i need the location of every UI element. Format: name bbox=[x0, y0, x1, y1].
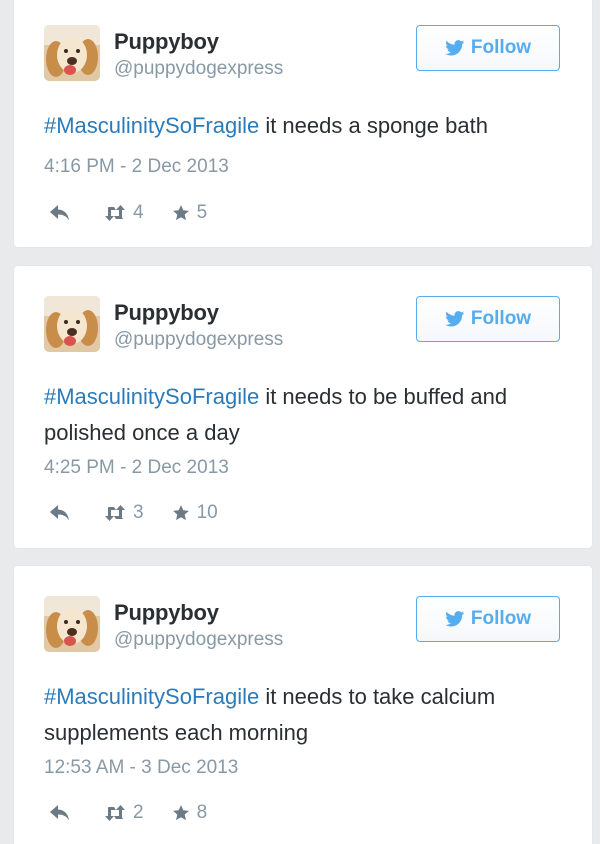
tweet-actions: 4 5 bbox=[50, 202, 207, 224]
star-icon bbox=[172, 804, 190, 822]
hashtag-link[interactable]: #MasculinitySoFragile bbox=[44, 113, 259, 138]
author-handle[interactable]: @puppydogexpress bbox=[114, 58, 283, 80]
retweet-button[interactable]: 4 bbox=[104, 202, 144, 224]
tweet-card: Puppyboy @puppydogexpress Follow #Mascul… bbox=[13, 265, 593, 549]
avatar[interactable] bbox=[44, 296, 100, 352]
tweet-actions: 3 10 bbox=[50, 502, 218, 524]
author-handle[interactable]: @puppydogexpress bbox=[114, 329, 283, 351]
reply-icon bbox=[50, 805, 70, 821]
star-icon bbox=[172, 204, 190, 222]
tweet-timestamp[interactable]: 12:53 AM - 3 Dec 2013 bbox=[44, 757, 238, 779]
retweet-count: 2 bbox=[133, 802, 144, 823]
avatar[interactable] bbox=[44, 25, 100, 81]
follow-label: Follow bbox=[470, 37, 532, 58]
avatar[interactable] bbox=[44, 596, 100, 652]
tweet-body: it needs a sponge bath bbox=[259, 113, 488, 138]
favorite-button[interactable]: 10 bbox=[172, 502, 218, 524]
retweet-button[interactable]: 3 bbox=[104, 502, 144, 524]
tweet-text: #MasculinitySoFragile it needs to take c… bbox=[44, 679, 564, 751]
reply-icon bbox=[50, 205, 70, 221]
favorite-count: 8 bbox=[196, 802, 208, 823]
follow-button[interactable]: Follow bbox=[416, 296, 560, 342]
hashtag-link[interactable]: #MasculinitySoFragile bbox=[44, 684, 259, 709]
retweet-icon bbox=[104, 805, 126, 821]
follow-button[interactable]: Follow bbox=[416, 25, 560, 71]
star-icon bbox=[172, 504, 190, 522]
author-handle[interactable]: @puppydogexpress bbox=[114, 629, 283, 651]
follow-button[interactable]: Follow bbox=[416, 596, 560, 642]
tweet-card: Puppyboy @puppydogexpress Follow #Mascul… bbox=[13, 565, 593, 844]
twitter-bird-icon bbox=[445, 611, 465, 627]
favorite-button[interactable]: 5 bbox=[172, 202, 208, 224]
follow-label: Follow bbox=[470, 308, 532, 329]
favorite-count: 5 bbox=[196, 202, 208, 223]
follow-label: Follow bbox=[470, 608, 532, 629]
author-name[interactable]: Puppyboy bbox=[114, 300, 219, 326]
reply-button[interactable] bbox=[50, 505, 70, 521]
tweet-timestamp[interactable]: 4:16 PM - 2 Dec 2013 bbox=[44, 156, 229, 178]
reply-button[interactable] bbox=[50, 805, 70, 821]
hashtag-link[interactable]: #MasculinitySoFragile bbox=[44, 384, 259, 409]
favorite-button[interactable]: 8 bbox=[172, 802, 208, 824]
retweet-icon bbox=[104, 505, 126, 521]
tweet-card: Puppyboy @puppydogexpress Follow #Mascul… bbox=[13, 0, 593, 248]
tweet-actions: 2 8 bbox=[50, 802, 207, 824]
reply-button[interactable] bbox=[50, 205, 70, 221]
reply-icon bbox=[50, 505, 70, 521]
tweet-timestamp[interactable]: 4:25 PM - 2 Dec 2013 bbox=[44, 457, 229, 479]
twitter-bird-icon bbox=[445, 40, 465, 56]
retweet-count: 4 bbox=[133, 202, 144, 223]
twitter-bird-icon bbox=[445, 311, 465, 327]
author-name[interactable]: Puppyboy bbox=[114, 29, 219, 55]
author-name[interactable]: Puppyboy bbox=[114, 600, 219, 626]
favorite-count: 10 bbox=[196, 502, 218, 523]
retweet-count: 3 bbox=[133, 502, 144, 523]
tweet-text: #MasculinitySoFragile it needs a sponge … bbox=[44, 108, 564, 144]
retweet-button[interactable]: 2 bbox=[104, 802, 144, 824]
retweet-icon bbox=[104, 205, 126, 221]
tweet-feed: Puppyboy @puppydogexpress Follow #Mascul… bbox=[0, 0, 600, 844]
tweet-text: #MasculinitySoFragile it needs to be buf… bbox=[44, 379, 564, 451]
